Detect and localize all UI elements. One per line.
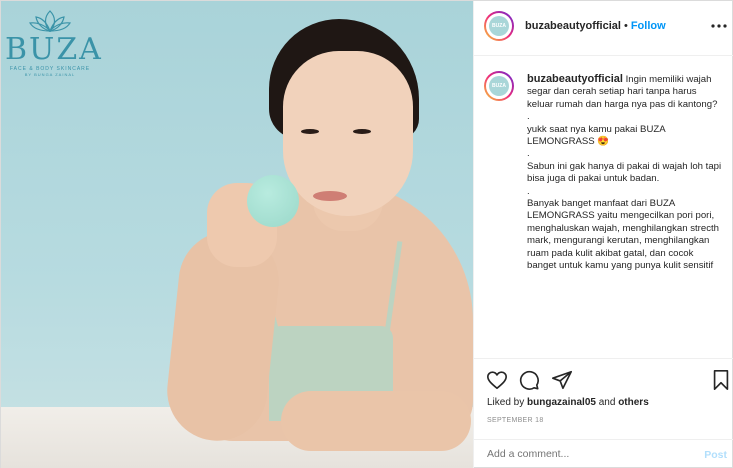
post-date[interactable]: SEPTEMBER 18 [487, 417, 544, 424]
right-eye [353, 129, 371, 134]
lips [313, 191, 347, 201]
header-user-line: buzabeautyofficial • Follow [525, 20, 666, 32]
post-image[interactable]: BUZA FACE & BODY SKINCARE BY BUNGA ZAINA… [1, 1, 473, 468]
caption-line-3: yukk saat nya kamu pakai BUZA LEMONGRASS… [527, 123, 666, 148]
caption-avatar[interactable]: BUZA [484, 71, 514, 101]
comment-bar: Post [474, 439, 733, 468]
brand-byline: BY BUNGA ZAINAL [24, 72, 76, 77]
face [283, 51, 413, 216]
caption-line-5: Sabun ini gak hanya di pakai di wajah lo… [527, 160, 722, 185]
follow-button[interactable]: Follow [631, 20, 666, 32]
caption-line-2: . [527, 111, 530, 123]
header-avatar[interactable]: BUZA [484, 11, 514, 41]
caption-line: buzabeautyofficial Ingin memiliki wajah … [527, 73, 723, 111]
avatar-image: BUZA [489, 16, 509, 36]
avatar-ring-inner: BUZA [486, 73, 512, 99]
caption-username[interactable]: buzabeautyofficial [527, 73, 623, 85]
post-frame: BUZA FACE & BODY SKINCARE BY BUNGA ZAINA… [0, 0, 733, 468]
more-horizontal-icon[interactable] [711, 16, 727, 32]
post-header: BUZA buzabeautyofficial • Follow [474, 1, 733, 56]
avatar-image: BUZA [489, 76, 509, 96]
likes-middle: and [595, 397, 619, 408]
brand-logo: BUZA FACE & BODY SKINCARE BY BUNGA ZAINA… [5, 9, 103, 77]
post-button[interactable]: Post [704, 449, 727, 461]
action-bar [474, 361, 733, 391]
liked-by-user[interactable]: bungazainal05 [527, 397, 596, 408]
resting-arm [281, 391, 471, 451]
brand-name: BUZA [5, 32, 103, 67]
caption-line-4: . [527, 148, 530, 160]
comment-icon[interactable] [518, 369, 540, 391]
caption-line-6: . [527, 185, 530, 197]
share-icon[interactable] [551, 369, 573, 391]
likes-line: Liked by bungazainal05 and others [487, 397, 649, 408]
caption-line-7: Banyak banget manfaat dari BUZA LEMONGRA… [527, 198, 719, 272]
comment-input[interactable] [487, 448, 687, 460]
soap-bar [247, 175, 299, 227]
heart-icon[interactable] [486, 369, 508, 391]
caption-scroll-area[interactable]: BUZA buzabeautyofficial Ingin memiliki w… [474, 57, 733, 359]
avatar-ring-inner: BUZA [486, 13, 512, 39]
likes-others[interactable]: others [618, 397, 649, 408]
likes-prefix: Liked by [487, 397, 528, 408]
caption-text: buzabeautyofficial Ingin memiliki wajah … [527, 73, 723, 273]
header-username[interactable]: buzabeautyofficial [525, 20, 621, 32]
left-eye [301, 129, 319, 134]
header-separator: • [623, 20, 628, 32]
bookmark-icon[interactable] [710, 369, 732, 391]
post-sidebar: BUZA buzabeautyofficial • Follow BUZA buza… [473, 1, 733, 468]
